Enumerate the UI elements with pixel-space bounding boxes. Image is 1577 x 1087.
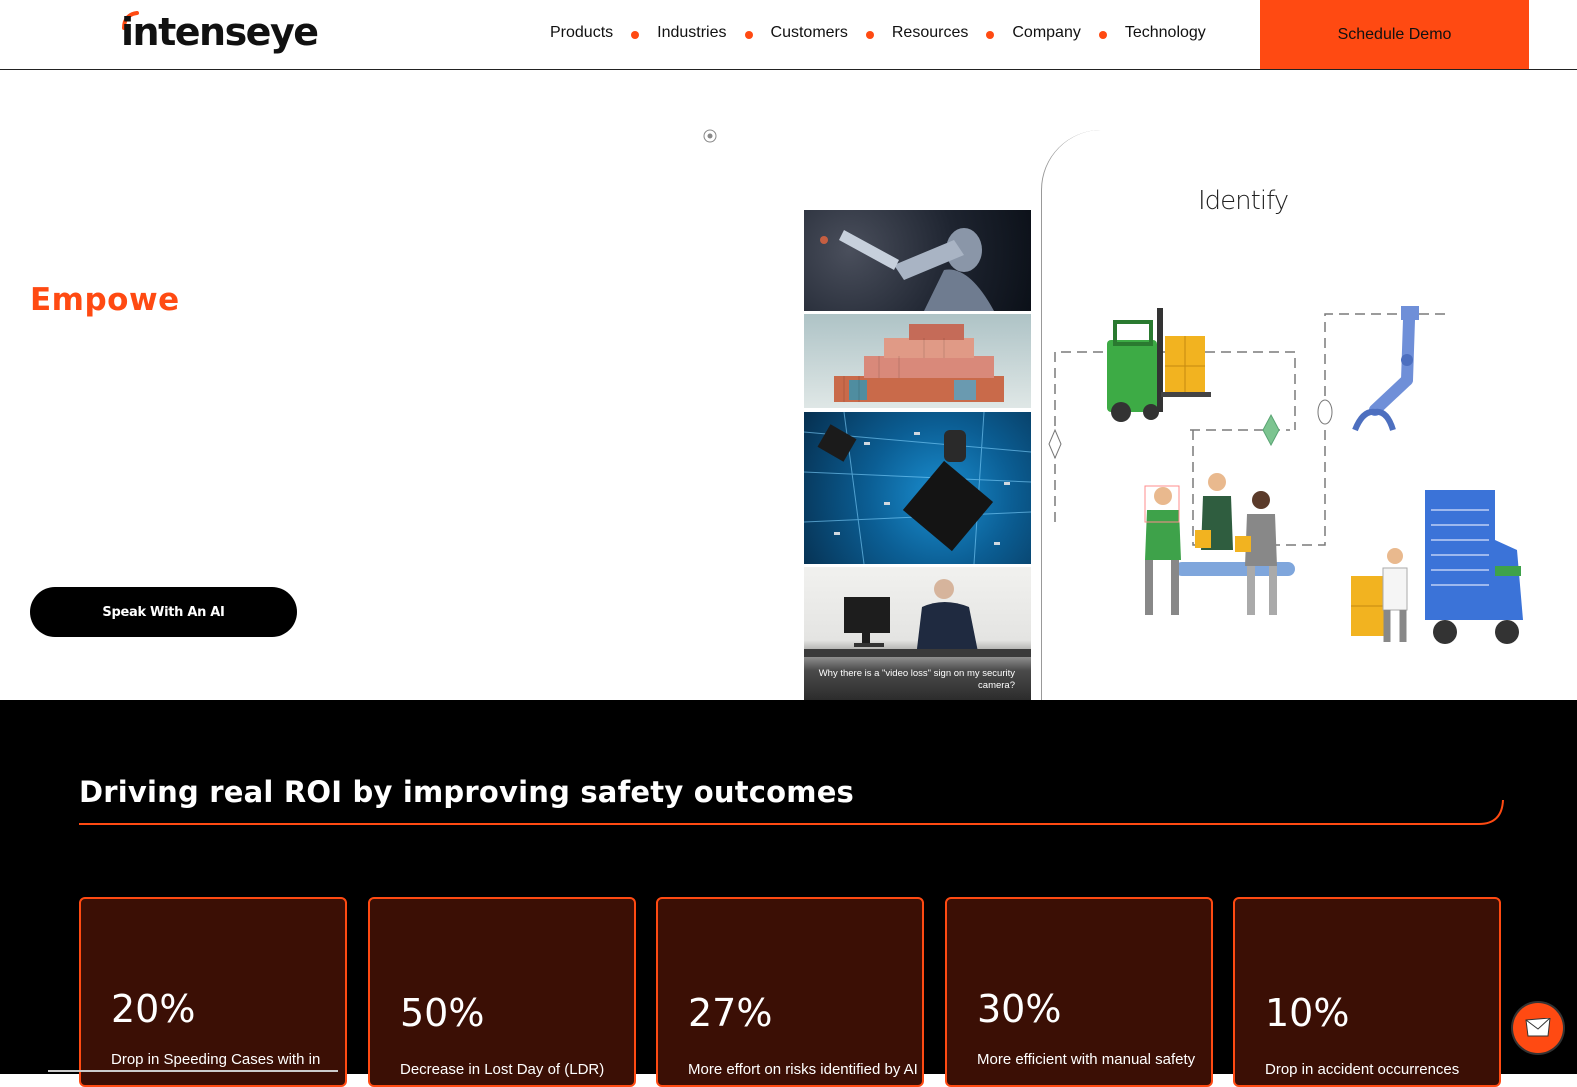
robotic-arm-icon xyxy=(1352,306,1419,432)
speak-with-ai-button[interactable]: Speak With An AI xyxy=(30,587,297,637)
roi-card-value: 50% xyxy=(400,991,485,1035)
roi-card: 27% More effort on risks identified by A… xyxy=(656,897,924,1087)
chat-message-button[interactable] xyxy=(1513,1003,1563,1053)
roi-card-value: 30% xyxy=(977,987,1062,1031)
nav-company[interactable]: Company xyxy=(1012,24,1080,42)
delivery-truck-icon xyxy=(1351,490,1523,644)
workers-conveyor-icon xyxy=(1144,473,1295,615)
hero-title: Empowe xyxy=(30,282,180,318)
nav-separator-dot-icon xyxy=(865,31,874,39)
schedule-demo-button[interactable]: Schedule Demo xyxy=(1260,0,1529,69)
nav-separator-dot-icon xyxy=(631,31,640,39)
nav-separator-dot-icon xyxy=(1098,31,1107,39)
workflow-illustration xyxy=(1048,306,1523,644)
nav-customers[interactable]: Customers xyxy=(771,24,848,42)
roi-card-value: 20% xyxy=(111,987,196,1031)
roi-card: 10% Drop in accident occurrences xyxy=(1233,897,1501,1087)
roi-card-value: 10% xyxy=(1265,991,1350,1035)
identify-heading: Identify xyxy=(1198,186,1289,216)
title-underline xyxy=(79,800,1504,825)
security-camera-user-image: Why there is a "video loss" sign on my s… xyxy=(804,567,1031,700)
nav-resources[interactable]: Resources xyxy=(892,24,968,42)
forklift-icon xyxy=(1107,308,1211,422)
roi-card: 50% Decrease in Lost Day of (LDR) xyxy=(368,897,636,1087)
roi-card: 30% More efficient with manual safety xyxy=(945,897,1213,1087)
roi-card-description: More efficient with manual safety xyxy=(977,1051,1196,1068)
envelope-icon xyxy=(1525,1018,1551,1037)
robot-image xyxy=(804,210,1031,311)
nav-technology[interactable]: Technology xyxy=(1125,24,1206,42)
roi-card-description: Drop in Speeding Cases with in xyxy=(111,1051,321,1068)
top-navigation: intenseye Products Industries Customers … xyxy=(0,0,1577,70)
brand-logo[interactable]: intenseye xyxy=(121,10,319,54)
nav-separator-dot-icon xyxy=(744,31,753,39)
roi-card: 20% Drop in Speeding Cases with in xyxy=(79,897,347,1087)
horizontal-scrollbar[interactable] xyxy=(48,1070,338,1072)
roi-card-value: 27% xyxy=(688,991,773,1035)
nav-industries[interactable]: Industries xyxy=(657,24,726,42)
roi-card-description: Drop in accident occurrences xyxy=(1265,1061,1460,1078)
circuit-board-image xyxy=(804,412,1031,564)
roi-card-description: More effort on risks identified by AI xyxy=(688,1061,918,1078)
nav-products[interactable]: Products xyxy=(550,24,613,42)
roi-card-description: Decrease in Lost Day of (LDR) xyxy=(400,1061,605,1078)
image-caption: Why there is a "video loss" sign on my s… xyxy=(818,668,1015,691)
nav-menu: Products Industries Customers Resources … xyxy=(550,24,1206,42)
nav-separator-dot-icon xyxy=(986,31,995,39)
loading-spinner-icon xyxy=(703,129,717,143)
shipping-containers-image xyxy=(804,314,1031,408)
